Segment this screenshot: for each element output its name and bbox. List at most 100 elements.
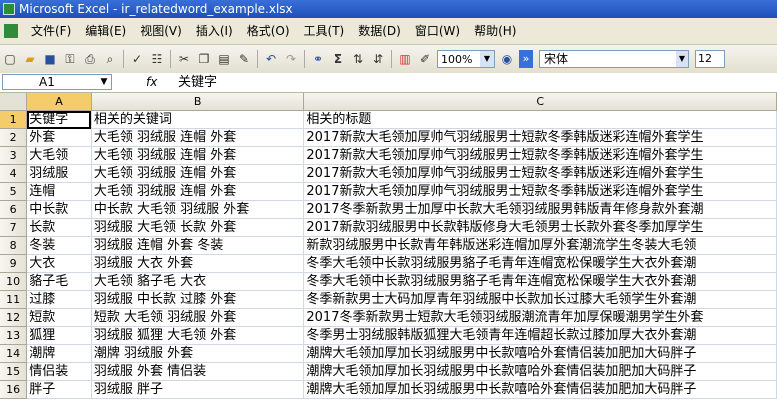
redo-icon[interactable]: ↷ bbox=[283, 51, 299, 67]
format-painter-icon[interactable]: ✎ bbox=[236, 51, 252, 67]
cell-b[interactable]: 羽绒服 大衣 外套 bbox=[91, 254, 305, 273]
chevron-down-icon[interactable]: ▼ bbox=[97, 75, 111, 89]
chevron-down-icon[interactable]: ▼ bbox=[480, 51, 494, 67]
cell-a[interactable]: 过膝 bbox=[26, 290, 92, 309]
cell-c[interactable]: 潮牌大毛领加厚加长羽绒服男中长款嘻哈外套情侣装加肥加大码胖子 bbox=[303, 344, 777, 363]
sort-descending-icon[interactable]: ⇵ bbox=[370, 51, 386, 67]
row-header[interactable]: 5 bbox=[0, 182, 28, 201]
row-header[interactable]: 16 bbox=[0, 380, 28, 399]
copy-icon[interactable]: ❐ bbox=[196, 51, 212, 67]
select-all-corner[interactable] bbox=[0, 93, 28, 111]
cell-c[interactable]: 2017新款羽绒服男中长款韩版修身大毛领男士长款外套冬季加厚学生 bbox=[303, 218, 777, 237]
cell-a[interactable]: 潮牌 bbox=[26, 344, 92, 363]
cell-a[interactable]: 大衣 bbox=[26, 254, 92, 273]
cell-c[interactable]: 2017冬季新款男士加厚中长款大毛领羽绒服男韩版青年修身款外套潮 bbox=[303, 200, 777, 219]
cell-b[interactable]: 大毛领 羽绒服 连帽 外套 bbox=[91, 182, 305, 201]
menu-file[interactable]: 文件(F) bbox=[24, 18, 78, 44]
row-header[interactable]: 6 bbox=[0, 200, 28, 219]
column-header-b[interactable]: B bbox=[91, 93, 305, 111]
cell-b[interactable]: 潮牌 羽绒服 外套 bbox=[91, 344, 305, 363]
cell-a[interactable]: 胖子 bbox=[26, 380, 92, 399]
cell-b[interactable]: 大毛领 羽绒服 连帽 外套 bbox=[91, 146, 305, 165]
cell-c[interactable]: 2017新款大毛领加厚帅气羽绒服男士短款冬季韩版迷彩连帽外套学生 bbox=[303, 128, 777, 147]
cell-a[interactable]: 情侣装 bbox=[26, 362, 92, 381]
row-header[interactable]: 3 bbox=[0, 146, 28, 165]
chevron-down-icon[interactable]: ▼ bbox=[676, 51, 688, 67]
row-header[interactable]: 7 bbox=[0, 218, 28, 237]
row-header[interactable]: 14 bbox=[0, 344, 28, 363]
menu-edit[interactable]: 编辑(E) bbox=[78, 18, 133, 44]
row-header[interactable]: 1 bbox=[0, 110, 28, 129]
cell-b[interactable]: 羽绒服 狐狸 大毛领 外套 bbox=[91, 326, 305, 345]
row-header[interactable]: 13 bbox=[0, 326, 28, 345]
row-header[interactable]: 8 bbox=[0, 236, 28, 255]
cell-c[interactable]: 潮牌大毛领加厚加长羽绒服男中长款嘻哈外套情侣装加肥加大码胖子 bbox=[303, 380, 777, 399]
name-box[interactable]: A1 ▼ bbox=[2, 74, 112, 90]
row-header[interactable]: 11 bbox=[0, 290, 28, 309]
cell-a[interactable]: 冬装 bbox=[26, 236, 92, 255]
cell-c[interactable]: 2017新款大毛领加厚帅气羽绒服男士短款冬季韩版迷彩连帽外套学生 bbox=[303, 164, 777, 183]
print-preview-icon[interactable]: ⌕ bbox=[102, 51, 118, 67]
cell-a[interactable]: 羽绒服 bbox=[26, 164, 92, 183]
cell-b[interactable]: 相关的关键词 bbox=[91, 110, 305, 129]
help-icon[interactable]: ◉ bbox=[499, 51, 515, 67]
chart-wizard-icon[interactable]: ▥ bbox=[397, 51, 413, 67]
menu-window[interactable]: 窗口(W) bbox=[408, 18, 467, 44]
cell-b[interactable]: 羽绒服 连帽 外套 冬装 bbox=[91, 236, 305, 255]
row-header[interactable]: 10 bbox=[0, 272, 28, 291]
cell-b[interactable]: 羽绒服 大毛领 长款 外套 bbox=[91, 218, 305, 237]
open-icon[interactable]: ▰ bbox=[22, 51, 38, 67]
spelling-icon[interactable]: ✓ bbox=[129, 51, 145, 67]
row-header[interactable]: 4 bbox=[0, 164, 28, 183]
cell-b[interactable]: 羽绒服 胖子 bbox=[91, 380, 305, 399]
cell-c[interactable]: 冬季新款男士大码加厚青年羽绒服中长款加长过膝大毛领学生外套潮 bbox=[303, 290, 777, 309]
row-header[interactable]: 12 bbox=[0, 308, 28, 327]
autosum-icon[interactable]: Σ bbox=[330, 51, 346, 67]
undo-icon[interactable]: ↶ bbox=[263, 51, 279, 67]
drawing-icon[interactable]: ✐ bbox=[417, 51, 433, 67]
save-icon[interactable]: ■ bbox=[42, 51, 58, 67]
cell-b[interactable]: 大毛领 羽绒服 连帽 外套 bbox=[91, 164, 305, 183]
menu-insert[interactable]: 插入(I) bbox=[189, 18, 240, 44]
menu-format[interactable]: 格式(O) bbox=[240, 18, 297, 44]
toolbar-options-icon[interactable]: » bbox=[519, 50, 533, 68]
cell-b[interactable]: 大毛领 羽绒服 连帽 外套 bbox=[91, 128, 305, 147]
cell-b[interactable]: 大毛领 貉子毛 大衣 bbox=[91, 272, 305, 291]
research-icon[interactable]: ☷ bbox=[149, 51, 165, 67]
cell-a[interactable]: 中长款 bbox=[26, 200, 92, 219]
cell-a[interactable]: 狐狸 bbox=[26, 326, 92, 345]
font-select[interactable]: 宋体 ▼ bbox=[539, 50, 689, 68]
cell-b[interactable]: 羽绒服 外套 情侣装 bbox=[91, 362, 305, 381]
workbook-icon[interactable] bbox=[4, 24, 18, 38]
cell-a[interactable]: 短款 bbox=[26, 308, 92, 327]
zoom-select[interactable]: 100% ▼ bbox=[437, 50, 495, 68]
menu-help[interactable]: 帮助(H) bbox=[467, 18, 523, 44]
cell-c[interactable]: 冬季男士羽绒服韩版狐狸大毛领青年连帽超长款过膝加厚大衣外套潮 bbox=[303, 326, 777, 345]
cell-c[interactable]: 2017冬季新款男士短款大毛领羽绒服潮流青年加厚保暖潮男学生外套 bbox=[303, 308, 777, 327]
cell-c[interactable]: 2017新款大毛领加厚帅气羽绒服男士短款冬季韩版迷彩连帽外套学生 bbox=[303, 146, 777, 165]
cell-c[interactable]: 潮牌大毛领加厚加长羽绒服男中长款嘻哈外套情侣装加肥加大码胖子 bbox=[303, 362, 777, 381]
print-icon[interactable]: ⎙ bbox=[82, 51, 98, 67]
cell-b[interactable]: 中长款 大毛领 羽绒服 外套 bbox=[91, 200, 305, 219]
permission-icon[interactable]: ⚿ bbox=[62, 51, 78, 67]
formula-input[interactable]: 关键字 bbox=[178, 73, 217, 92]
column-header-a[interactable]: A bbox=[26, 93, 92, 111]
function-icon[interactable]: fx bbox=[146, 74, 157, 91]
cell-c[interactable]: 2017新款大毛领加厚帅气羽绒服男士短款冬季韩版迷彩连帽外套学生 bbox=[303, 182, 777, 201]
column-header-c[interactable]: C bbox=[303, 93, 777, 111]
cell-a[interactable]: 关键字 bbox=[26, 110, 92, 129]
new-icon[interactable]: ▢ bbox=[2, 51, 18, 67]
cell-a[interactable]: 连帽 bbox=[26, 182, 92, 201]
cell-b[interactable]: 短款 大毛领 羽绒服 外套 bbox=[91, 308, 305, 327]
cell-a[interactable]: 长款 bbox=[26, 218, 92, 237]
cell-c[interactable]: 相关的标题 bbox=[303, 110, 777, 129]
hyperlink-icon[interactable]: ⚭ bbox=[310, 51, 326, 67]
cell-c[interactable]: 冬季大毛领中长款羽绒服男貉子毛青年连帽宽松保暖学生大衣外套潮 bbox=[303, 272, 777, 291]
menu-view[interactable]: 视图(V) bbox=[133, 18, 189, 44]
row-header[interactable]: 15 bbox=[0, 362, 28, 381]
cell-b[interactable]: 羽绒服 中长款 过膝 外套 bbox=[91, 290, 305, 309]
font-size-select[interactable]: 12 bbox=[695, 50, 725, 68]
paste-icon[interactable]: ▤ bbox=[216, 51, 232, 67]
menu-tools[interactable]: 工具(T) bbox=[297, 18, 352, 44]
row-header[interactable]: 9 bbox=[0, 254, 28, 273]
